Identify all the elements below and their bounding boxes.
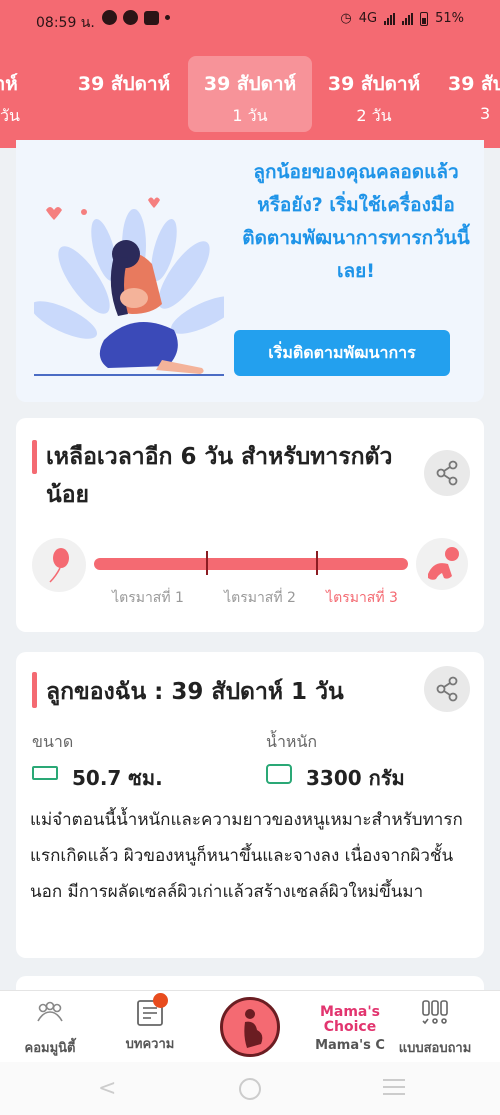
messenger-icon xyxy=(102,10,117,25)
ruler-icon xyxy=(32,766,58,780)
back-icon[interactable]: < xyxy=(98,1076,116,1101)
week-tab-day: 3 xyxy=(480,104,491,123)
section-accent xyxy=(32,440,37,474)
more-notifications-icon xyxy=(165,15,170,20)
trimester-1-label: ไตรมาสที่ 1 xyxy=(112,590,184,606)
mail-icon xyxy=(144,10,159,25)
alarm-icon: ◷ xyxy=(340,11,352,26)
nav-quiz-label: แบบสอบถาม xyxy=(398,1041,472,1056)
pregnancy-home-button[interactable] xyxy=(220,997,280,1057)
week-tab-week: ปดาห์ xyxy=(0,73,18,95)
community-icon xyxy=(37,1001,63,1022)
baby-icon xyxy=(416,538,468,590)
status-bar: 08:59 น. ◷ 4G 51% xyxy=(0,0,500,42)
nav-articles[interactable]: บทความ xyxy=(100,993,200,1054)
week-tab[interactable]: 39 สัปดาห์ xyxy=(62,56,186,132)
size-value: 50.7 ซม. xyxy=(72,766,163,790)
trimester-divider xyxy=(206,551,208,575)
share-button[interactable] xyxy=(424,666,470,712)
app-header: 08:59 น. ◷ 4G 51% ปดาห์ วัน 39 สัปดาห์ 3… xyxy=(0,0,500,148)
status-time: 08:59 น. xyxy=(36,15,95,31)
trimester-3-label: ไตรมาสที่ 3 xyxy=(326,590,398,606)
bottom-nav: คอมมูนิตี้ บทความ Mama's Choice Mama's C xyxy=(0,990,500,1062)
trimester-divider xyxy=(316,551,318,575)
quiz-icon xyxy=(422,1000,448,1025)
week-tab-week: 39 สัปดาห์ xyxy=(327,73,421,95)
chat-icon xyxy=(123,10,138,25)
recent-apps-icon[interactable] xyxy=(383,1079,405,1097)
pregnancy-progress-bar xyxy=(94,551,408,575)
tracker-promo-card: ลูกน้อยของคุณคลอดแล้วหรือยัง? เริ่มใช้เค… xyxy=(16,140,484,402)
countdown-card: เหลือเวลาอีก 6 วัน สำหรับทารกตัวน้อย ไตร… xyxy=(16,418,484,632)
week-tabs: ปดาห์ วัน 39 สัปดาห์ 39 สัปดาห์ 1 วัน 39… xyxy=(0,54,500,134)
week-tab[interactable]: ปดาห์ วัน xyxy=(0,56,56,132)
weight-value: 3300 กรัม xyxy=(306,766,405,790)
nav-quiz[interactable]: แบบสอบถาม xyxy=(385,999,485,1058)
network-label: 4G xyxy=(358,11,378,26)
share-icon xyxy=(436,460,458,486)
pregnant-mother-icon xyxy=(244,1009,263,1048)
share-icon xyxy=(436,676,458,702)
baby-title: ลูกของฉัน : 39 สัปดาห์ 1 วัน xyxy=(46,679,344,705)
week-tab-selected[interactable]: 39 สัปดาห์ 1 วัน xyxy=(188,56,312,132)
weight-label: น้ำหนัก xyxy=(266,732,318,751)
nav-community[interactable]: คอมมูนิตี้ xyxy=(0,999,100,1058)
week-tab-day: 2 วัน xyxy=(356,106,392,125)
week-tab-day: วัน xyxy=(0,106,20,125)
battery-label: 51% xyxy=(435,11,464,26)
status-right: ◷ 4G 51% xyxy=(340,11,464,26)
promo-message: ลูกน้อยของคุณคลอดแล้วหรือยัง? เริ่มใช้เค… xyxy=(242,161,470,282)
baby-info-card: ลูกของฉัน : 39 สัปดาห์ 1 วัน ขนาด น้ำหนั… xyxy=(16,652,484,958)
week-tab-week: 39 สัปดาห์ xyxy=(77,73,171,95)
home-icon[interactable] xyxy=(239,1078,261,1100)
mother-baby-illustration xyxy=(34,197,224,376)
article-icon xyxy=(135,993,168,1027)
battery-icon xyxy=(420,11,429,26)
notification-icons xyxy=(102,10,170,25)
section-accent xyxy=(32,672,37,708)
signal-2-icon xyxy=(402,12,414,25)
countdown-title: เหลือเวลาอีก 6 วัน สำหรับทารกตัวน้อย xyxy=(46,444,393,508)
scale-icon xyxy=(266,764,292,784)
week-tab-week: 39 สัปด xyxy=(448,73,500,95)
size-label: ขนาด xyxy=(32,732,74,751)
week-tab-week: 39 สัปดาห์ xyxy=(203,73,297,95)
signal-icon xyxy=(384,12,396,25)
nav-community-label: คอมมูนิตี้ xyxy=(24,1041,76,1056)
week-tab[interactable]: 39 สัปด 3 xyxy=(448,56,500,132)
baby-description: แม่จ๋าตอนนี้น้ำหนักและความยาวของหนูเหมาะ… xyxy=(30,810,463,902)
start-tracking-button[interactable]: เริ่มติดตามพัฒนาการ xyxy=(234,330,450,376)
nav-articles-label: บทความ xyxy=(125,1037,175,1052)
balloon-icon xyxy=(32,538,86,592)
week-tab-day: 1 วัน xyxy=(232,106,268,125)
notification-badge xyxy=(153,993,168,1008)
share-button[interactable] xyxy=(424,450,470,496)
trimester-2-label: ไตรมาสที่ 2 xyxy=(224,590,296,606)
week-tab[interactable]: 39 สัปดาห์ 2 วัน xyxy=(312,56,436,132)
system-nav-bar: < xyxy=(0,1062,500,1115)
